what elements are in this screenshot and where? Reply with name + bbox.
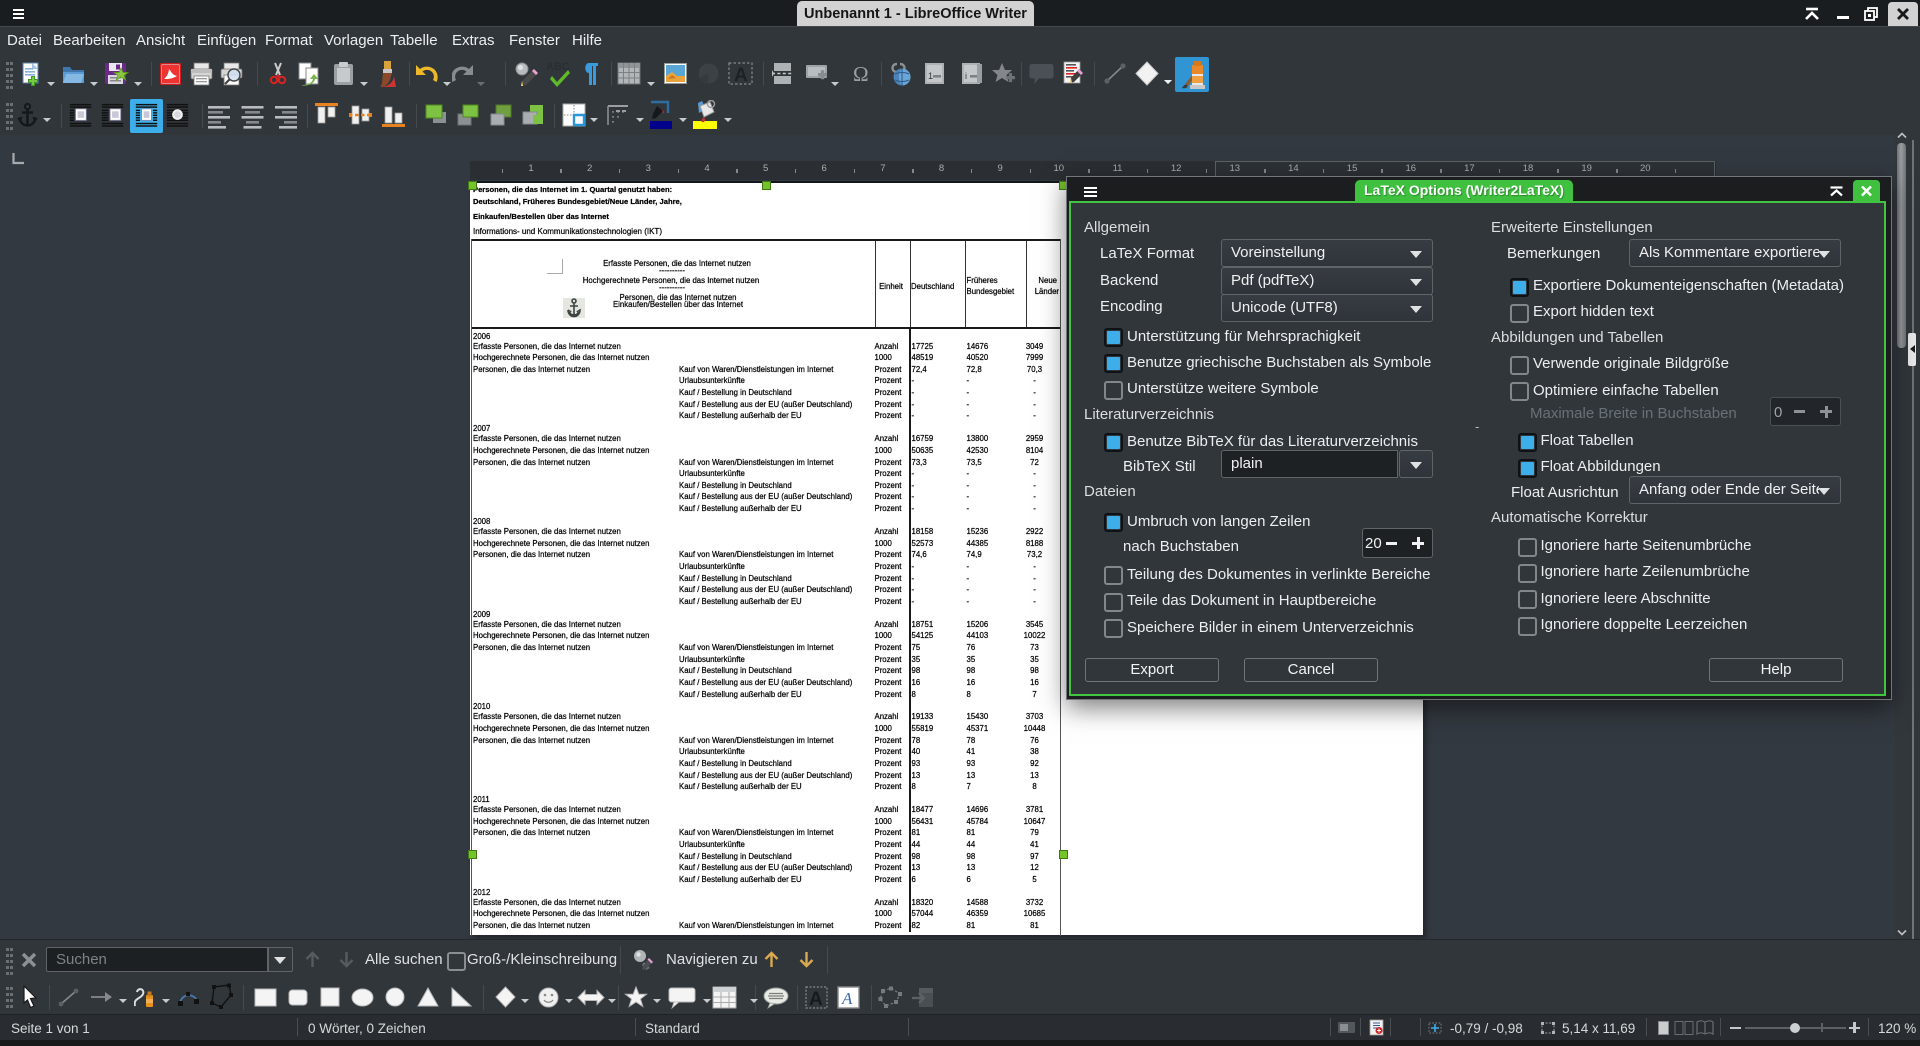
- svg-text:i: i: [965, 71, 967, 81]
- svg-text:1: 1: [928, 71, 933, 81]
- svg-text:A: A: [841, 989, 853, 1008]
- svg-text:A: A: [809, 989, 823, 1009]
- svg-text:A: A: [734, 65, 748, 85]
- svg-text:ABC: ABC: [546, 61, 570, 73]
- svg-text:Ω: Ω: [853, 62, 869, 85]
